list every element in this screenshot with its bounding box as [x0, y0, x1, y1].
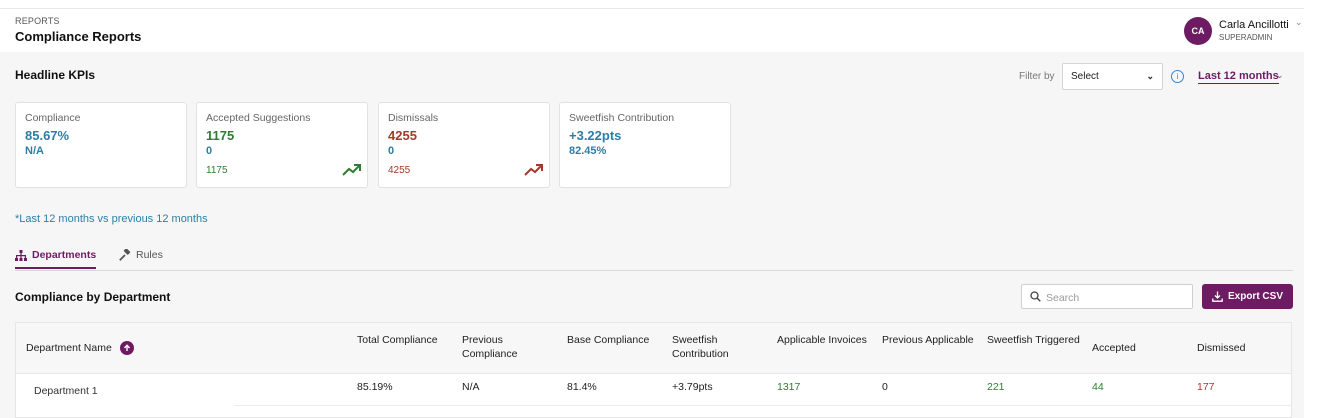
kpi-footnote: *Last 12 months vs previous 12 months [15, 213, 208, 225]
kpi-card-compliance: Compliance 85.67% N/A [15, 102, 187, 188]
export-csv-label: Export CSV [1227, 291, 1283, 302]
report-panel: Headline KPIs Filter by Select ⌄ i Last … [0, 52, 1304, 418]
cell-department-name[interactable]: Department 1 [34, 385, 98, 397]
cell-sweetfish-triggered: 221 [987, 381, 1005, 393]
chevron-down-icon: ⌄ [1146, 71, 1154, 81]
export-csv-button[interactable]: Export CSV [1202, 284, 1293, 309]
tab-label: Departments [32, 249, 97, 261]
kpi-label: Compliance [25, 112, 81, 124]
column-header-department-name[interactable]: Department Name [26, 341, 186, 356]
sort-ascending-icon[interactable] [119, 341, 134, 356]
column-header-base-compliance[interactable]: Base Compliance [567, 333, 662, 347]
kpi-delta: 0 [388, 145, 395, 157]
user-name: Carla Ancillotti [1219, 19, 1289, 31]
filter-select-value: Select [1071, 71, 1099, 82]
trend-up-icon [342, 164, 361, 176]
cell-applicable-invoices: 1317 [777, 381, 801, 393]
column-header-previous-applicable[interactable]: Previous Applicable [882, 333, 977, 347]
column-header-dismissed[interactable]: Dismissed [1197, 341, 1291, 355]
cell-total-compliance: 85.19% [357, 381, 393, 393]
cell-previous-applicable: 0 [882, 381, 888, 393]
column-header-sweetfish-contribution[interactable]: Sweetfish Contribution [672, 333, 767, 361]
tab-departments[interactable]: Departments [15, 249, 97, 269]
tab-rules[interactable]: Rules [119, 249, 163, 261]
chevron-down-icon[interactable]: ⌄ [1276, 70, 1284, 81]
cell-dismissed: 177 [1197, 381, 1215, 393]
kpi-value: 4255 [388, 128, 417, 143]
kpi-label: Dismissals [388, 112, 439, 124]
kpi-label: Sweetfish Contribution [569, 112, 675, 124]
period-dropdown[interactable]: Last 12 months [1198, 70, 1279, 84]
kpi-value: 1175 [206, 128, 235, 143]
report-tabs: Departments Rules [15, 242, 1293, 271]
page-title: Compliance Reports [15, 29, 142, 44]
info-icon[interactable]: i [1171, 70, 1184, 83]
kpi-card-sweetfish-contribution: Sweetfish Contribution +3.22pts 82.45% [559, 102, 731, 188]
kpi-sub-value: 4255 [388, 165, 411, 176]
user-role: SUPERADMIN [1219, 33, 1273, 42]
kpi-label: Accepted Suggestions [206, 112, 311, 124]
search-input[interactable] [1044, 288, 1188, 307]
column-header-total-compliance[interactable]: Total Compliance [357, 333, 452, 347]
kpi-value: +3.22pts [569, 128, 622, 143]
kpi-card-accepted-suggestions: Accepted Suggestions 1175 0 1175 [196, 102, 368, 188]
cell-previous-compliance: N/A [462, 381, 480, 393]
table-row[interactable]: Department 1 85.19% N/A 81.4% +3.79pts 1… [16, 373, 1291, 407]
kpi-heading: Headline KPIs [15, 68, 96, 82]
department-table: Department Name Total Compliance Previou… [15, 322, 1292, 418]
breadcrumb: REPORTS [15, 16, 60, 26]
kpi-delta: 0 [206, 145, 213, 157]
table-header: Department Name Total Compliance Previou… [16, 323, 1291, 374]
chevron-down-icon[interactable]: ⌄ [1295, 17, 1303, 28]
cell-accepted: 44 [1092, 381, 1104, 393]
column-header-sweetfish-triggered[interactable]: Sweetfish Triggered [987, 333, 1082, 347]
column-header-accepted[interactable]: Accepted [1092, 341, 1187, 355]
gavel-icon [119, 249, 131, 261]
section-title: Compliance by Department [15, 290, 171, 304]
kpi-delta: 82.45% [569, 145, 607, 157]
kpi-sub-value: 1175 [206, 165, 228, 176]
trend-up-icon [524, 164, 543, 176]
kpi-delta: N/A [25, 145, 44, 157]
top-bar: REPORTS Compliance Reports CA Carla Anci… [0, 8, 1304, 53]
search-icon [1030, 291, 1041, 302]
cell-base-compliance: 81.4% [567, 381, 597, 393]
filter-label: Filter by [1019, 71, 1055, 82]
kpi-card-dismissals: Dismissals 4255 0 4255 [378, 102, 550, 188]
avatar[interactable]: CA [1184, 17, 1212, 45]
cell-sweetfish-contribution: +3.79pts [672, 381, 713, 393]
column-header-previous-compliance[interactable]: Previous Compliance [462, 333, 557, 361]
download-icon [1212, 291, 1223, 302]
row-divider [234, 405, 1291, 406]
search-box[interactable] [1021, 284, 1193, 309]
column-header-applicable-invoices[interactable]: Applicable Invoices [777, 333, 872, 347]
kpi-value: 85.67% [25, 128, 70, 143]
tab-label: Rules [136, 249, 163, 261]
sitemap-icon [15, 249, 27, 261]
filter-select[interactable]: Select ⌄ [1062, 63, 1163, 90]
